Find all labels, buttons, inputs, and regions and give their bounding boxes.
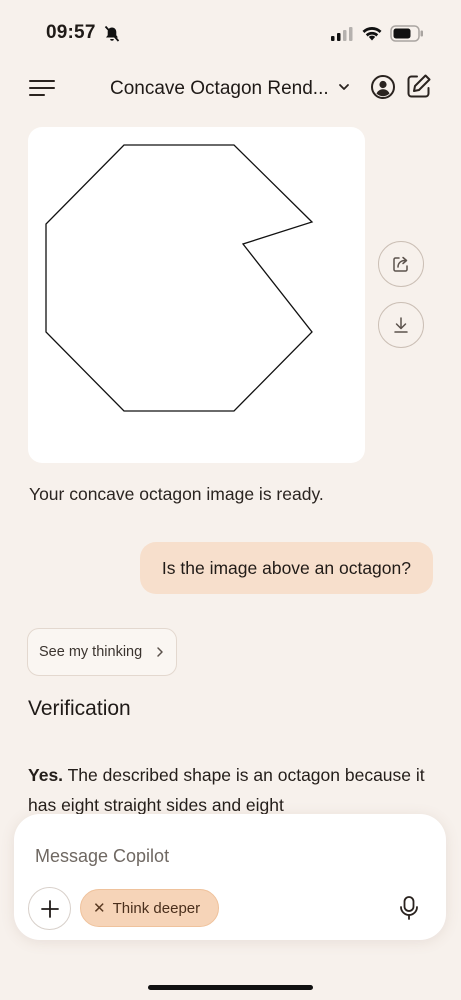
answer-bold: Yes. — [28, 765, 64, 785]
share-icon — [393, 256, 408, 272]
chevron-right-icon — [157, 647, 163, 657]
composer: Message Copilot ✕ Think deeper — [14, 814, 446, 940]
conversation-title[interactable]: Concave Octagon Rend... — [110, 78, 330, 100]
chevron-down-icon[interactable] — [338, 82, 350, 92]
assistant-message: Your concave octagon image is ready. — [29, 484, 324, 504]
new-chat-icon[interactable] — [405, 73, 432, 100]
answer-body: The described shape is an octagon becaus… — [28, 765, 425, 815]
close-icon[interactable]: ✕ — [93, 899, 106, 917]
message-input[interactable]: Message Copilot — [35, 846, 169, 867]
think-deeper-label: Think deeper — [112, 899, 201, 917]
signal-icon — [331, 27, 353, 41]
user-message-text: Is the image above an octagon? — [161, 557, 411, 578]
user-message: Is the image above an octagon? — [139, 542, 433, 594]
microphone-icon[interactable] — [398, 895, 420, 921]
answer-paragraph: Yes. The described shape is an octagon b… — [28, 760, 428, 818]
top-bar: Concave Octagon Rend... — [0, 68, 461, 108]
wifi-icon — [362, 26, 382, 41]
home-indicator — [148, 985, 313, 990]
see-thinking-button[interactable]: See my thinking — [27, 628, 177, 676]
status-bar: 09:57 — [0, 0, 461, 64]
generated-image[interactable] — [28, 127, 365, 463]
status-time: 09:57 — [46, 22, 96, 43]
share-button[interactable] — [378, 241, 424, 287]
see-thinking-label: See my thinking — [39, 644, 143, 660]
battery-icon — [390, 25, 423, 42]
menu-icon[interactable] — [28, 76, 56, 100]
profile-icon[interactable] — [370, 74, 396, 100]
add-button[interactable] — [28, 887, 71, 930]
plus-icon — [40, 899, 59, 918]
answer-heading: Verification — [28, 697, 131, 720]
bell-off-icon — [104, 25, 120, 42]
download-button[interactable] — [378, 302, 424, 348]
concave-octagon-shape — [45, 144, 314, 412]
think-deeper-toggle[interactable]: ✕ Think deeper — [80, 889, 219, 927]
download-icon — [394, 317, 408, 333]
